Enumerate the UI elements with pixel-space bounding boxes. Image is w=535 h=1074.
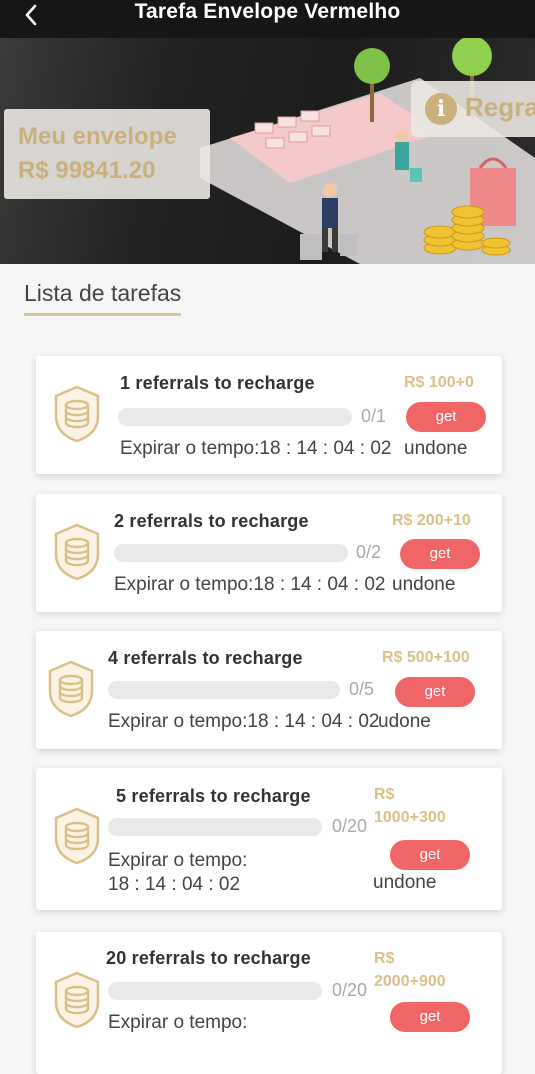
task-status: undone: [373, 872, 437, 893]
rules-label: Regras: [465, 92, 535, 122]
expire-label: Expirar o tempo:: [108, 850, 248, 871]
get-button[interactable]: get: [400, 539, 480, 569]
progress-bar: [108, 681, 340, 699]
task-title: 1 referrals to recharge: [120, 373, 315, 393]
expire-time: Expirar o tempo:18 : 14 : 04 : 02: [108, 711, 380, 732]
progress-count: 0/20: [332, 980, 368, 1000]
coin-shield-icon: [54, 523, 100, 581]
task-card: 5 referrals to recharge R$ 1000+300 0/20…: [36, 768, 502, 910]
task-title: 4 referrals to recharge: [108, 648, 303, 668]
progress-count: 0/2: [356, 542, 382, 562]
get-button[interactable]: get: [406, 402, 486, 432]
task-reward-currency: R$: [374, 786, 395, 803]
task-status: undone: [392, 574, 456, 595]
page-title: Tarefa Envelope Vermelho: [134, 0, 401, 23]
info-icon: i: [425, 93, 457, 125]
task-status: udone: [378, 711, 431, 732]
task-title: 5 referrals to recharge: [116, 786, 311, 806]
task-title: 20 referrals to recharge: [106, 948, 311, 968]
progress-bar: [108, 818, 322, 836]
coin-shield-icon: [54, 971, 100, 1029]
task-reward-currency: R$: [374, 950, 395, 967]
task-reward: R$ 500+100: [382, 649, 470, 666]
coin-shield-icon: [48, 660, 94, 718]
get-button[interactable]: get: [395, 677, 475, 707]
balance-label: Meu envelope: [18, 123, 177, 150]
progress-count: 0/20: [332, 816, 368, 836]
task-title: 2 referrals to recharge: [114, 511, 309, 531]
balance-card: Meu envelope R$ 99841.20: [4, 109, 210, 199]
banner: Meu envelope R$ 99841.20 i Regras: [0, 38, 535, 264]
expire-label: Expirar o tempo:: [108, 1012, 248, 1033]
coin-shield-icon: [54, 807, 100, 865]
expire-time: Expirar o tempo:18 : 14 : 04 : 02: [120, 438, 392, 459]
task-reward: R$ 200+10: [392, 512, 471, 529]
progress-bar: [114, 544, 348, 562]
balance-value: R$ 99841.20: [18, 157, 156, 184]
task-card: 2 referrals to recharge R$ 200+10 0/2 ge…: [36, 494, 502, 612]
progress-bar: [118, 408, 352, 426]
expire-time: 18 : 14 : 04 : 02: [108, 874, 241, 895]
get-button[interactable]: get: [390, 840, 470, 870]
task-list-title: Lista de tarefas: [24, 280, 182, 316]
get-button[interactable]: get: [390, 1002, 470, 1032]
progress-bar: [108, 982, 322, 1000]
coin-shield-icon: [54, 385, 100, 443]
task-status: undone: [404, 438, 468, 459]
top-bar: Tarefa Envelope Vermelho: [0, 0, 535, 38]
task-reward: R$ 100+0: [404, 374, 474, 391]
expire-time: Expirar o tempo:18 : 14 : 04 : 02: [114, 574, 386, 595]
task-card: 4 referrals to recharge R$ 500+100 0/5 g…: [36, 631, 502, 749]
task-reward: 1000+300: [374, 809, 446, 826]
progress-count: 0/5: [349, 679, 375, 699]
progress-count: 0/1: [361, 406, 387, 426]
task-card: 20 referrals to recharge R$ 2000+900 0/2…: [36, 932, 502, 1074]
task-card: 1 referrals to recharge R$ 100+0 0/1 get…: [36, 356, 502, 474]
rules-button[interactable]: i Regras: [411, 81, 535, 137]
task-reward: 2000+900: [374, 973, 446, 990]
